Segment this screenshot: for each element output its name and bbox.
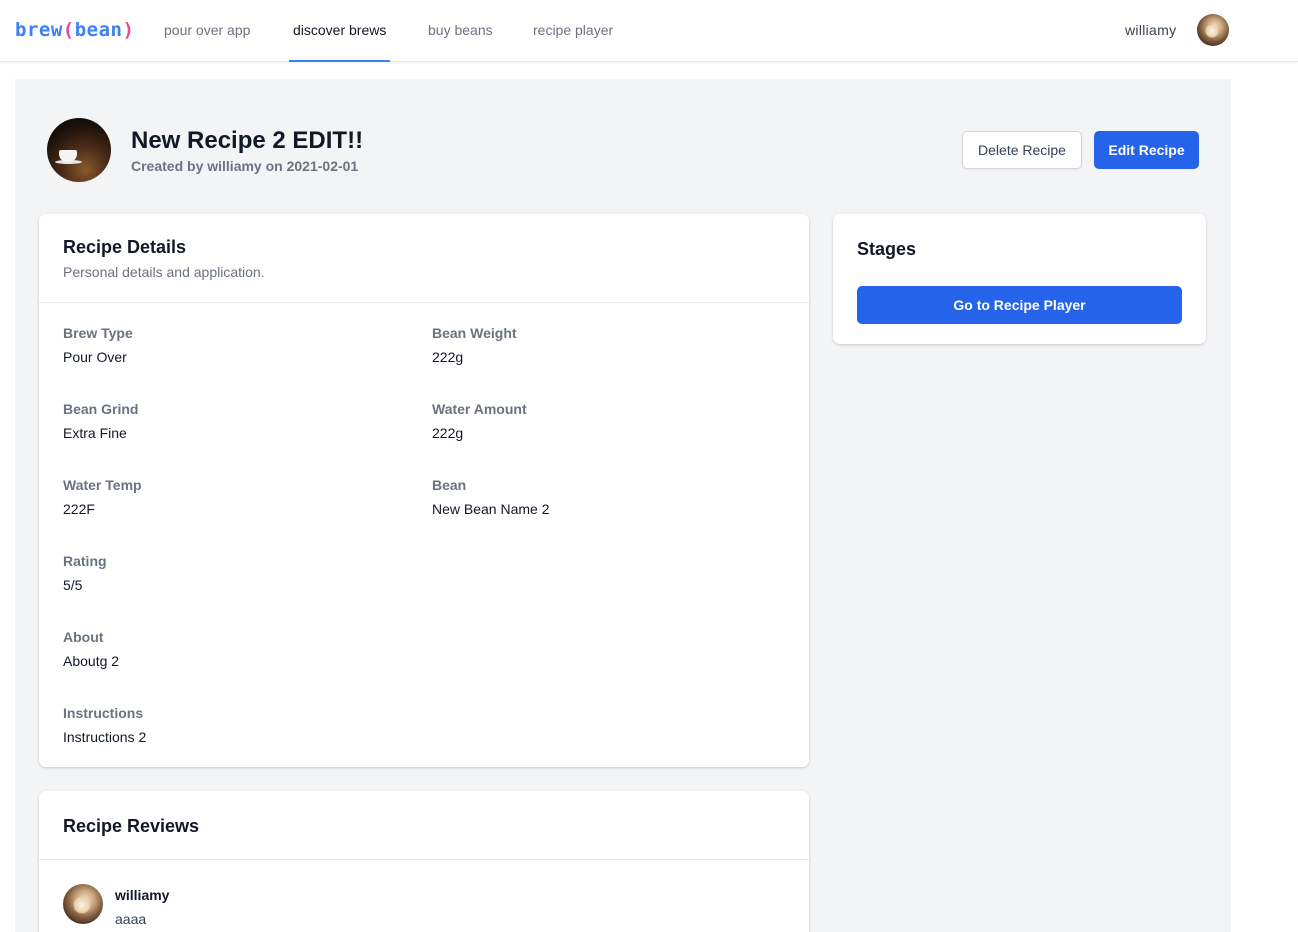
recipe-details-title: Recipe Details bbox=[63, 237, 187, 257]
nav-link-recipe-player[interactable]: recipe player bbox=[529, 0, 617, 62]
nav-username[interactable]: williamy bbox=[1125, 22, 1176, 38]
recipe-reviews-title: Recipe Reviews bbox=[63, 816, 200, 836]
nav-link-discover-brews[interactable]: discover brews bbox=[289, 0, 391, 62]
rating-label: Rating bbox=[63, 553, 107, 569]
recipe-reviews-card: Recipe Reviews williamy aaaa bbox=[39, 791, 809, 932]
instructions-value: Instructions 2 bbox=[63, 729, 147, 745]
water-amount-label: Water Amount bbox=[432, 401, 527, 417]
bean-weight-value: 222g bbox=[432, 349, 464, 365]
stages-card: Stages Go to Recipe Player bbox=[833, 214, 1206, 344]
reviewer-avatar[interactable] bbox=[63, 884, 103, 924]
delete-recipe-button[interactable]: Delete Recipe bbox=[962, 131, 1082, 169]
brew-type-value: Pour Over bbox=[63, 349, 127, 365]
review-author[interactable]: williamy bbox=[115, 887, 169, 903]
brand-logo[interactable]: brew(bean) bbox=[15, 19, 134, 41]
bean-label: Bean bbox=[432, 477, 467, 493]
recipe-details-card: Recipe Details Personal details and appl… bbox=[39, 214, 809, 767]
nav-link-pour-over-app[interactable]: pour over app bbox=[160, 0, 254, 62]
go-to-recipe-player-button[interactable]: Go to Recipe Player bbox=[857, 286, 1182, 324]
edit-recipe-button[interactable]: Edit Recipe bbox=[1094, 131, 1199, 169]
logo-paren-open: ( bbox=[62, 19, 75, 41]
top-nav: brew(bean) pour over app discover brews … bbox=[0, 0, 1298, 62]
logo-text-brew: brew bbox=[15, 19, 63, 41]
bean-value: New Bean Name 2 bbox=[432, 501, 550, 517]
divider bbox=[39, 859, 809, 860]
instructions-label: Instructions bbox=[63, 705, 144, 721]
user-avatar[interactable] bbox=[1197, 14, 1229, 46]
water-temp-value: 222F bbox=[63, 501, 95, 517]
recipe-details-subtitle: Personal details and application. bbox=[63, 264, 265, 280]
bean-grind-value: Extra Fine bbox=[63, 425, 127, 441]
page-subtitle: Created by williamy on 2021-02-01 bbox=[131, 158, 359, 174]
recipe-coffee-image bbox=[47, 118, 111, 182]
bean-weight-label: Bean Weight bbox=[432, 325, 517, 341]
nav-link-buy-beans[interactable]: buy beans bbox=[424, 0, 497, 62]
divider bbox=[39, 302, 809, 303]
logo-text-bean: bean bbox=[74, 19, 123, 41]
bean-grind-label: Bean Grind bbox=[63, 401, 139, 417]
rating-value: 5/5 bbox=[63, 577, 83, 593]
about-label: About bbox=[63, 629, 104, 645]
logo-paren-close: ) bbox=[122, 19, 135, 41]
review-text: aaaa bbox=[115, 911, 147, 927]
about-value: Aboutg 2 bbox=[63, 653, 120, 669]
page-title: New Recipe 2 EDIT!! bbox=[131, 127, 364, 154]
water-amount-value: 222g bbox=[432, 425, 464, 441]
water-temp-label: Water Temp bbox=[63, 477, 142, 493]
stages-title: Stages bbox=[857, 239, 917, 259]
brew-type-label: Brew Type bbox=[63, 325, 133, 341]
